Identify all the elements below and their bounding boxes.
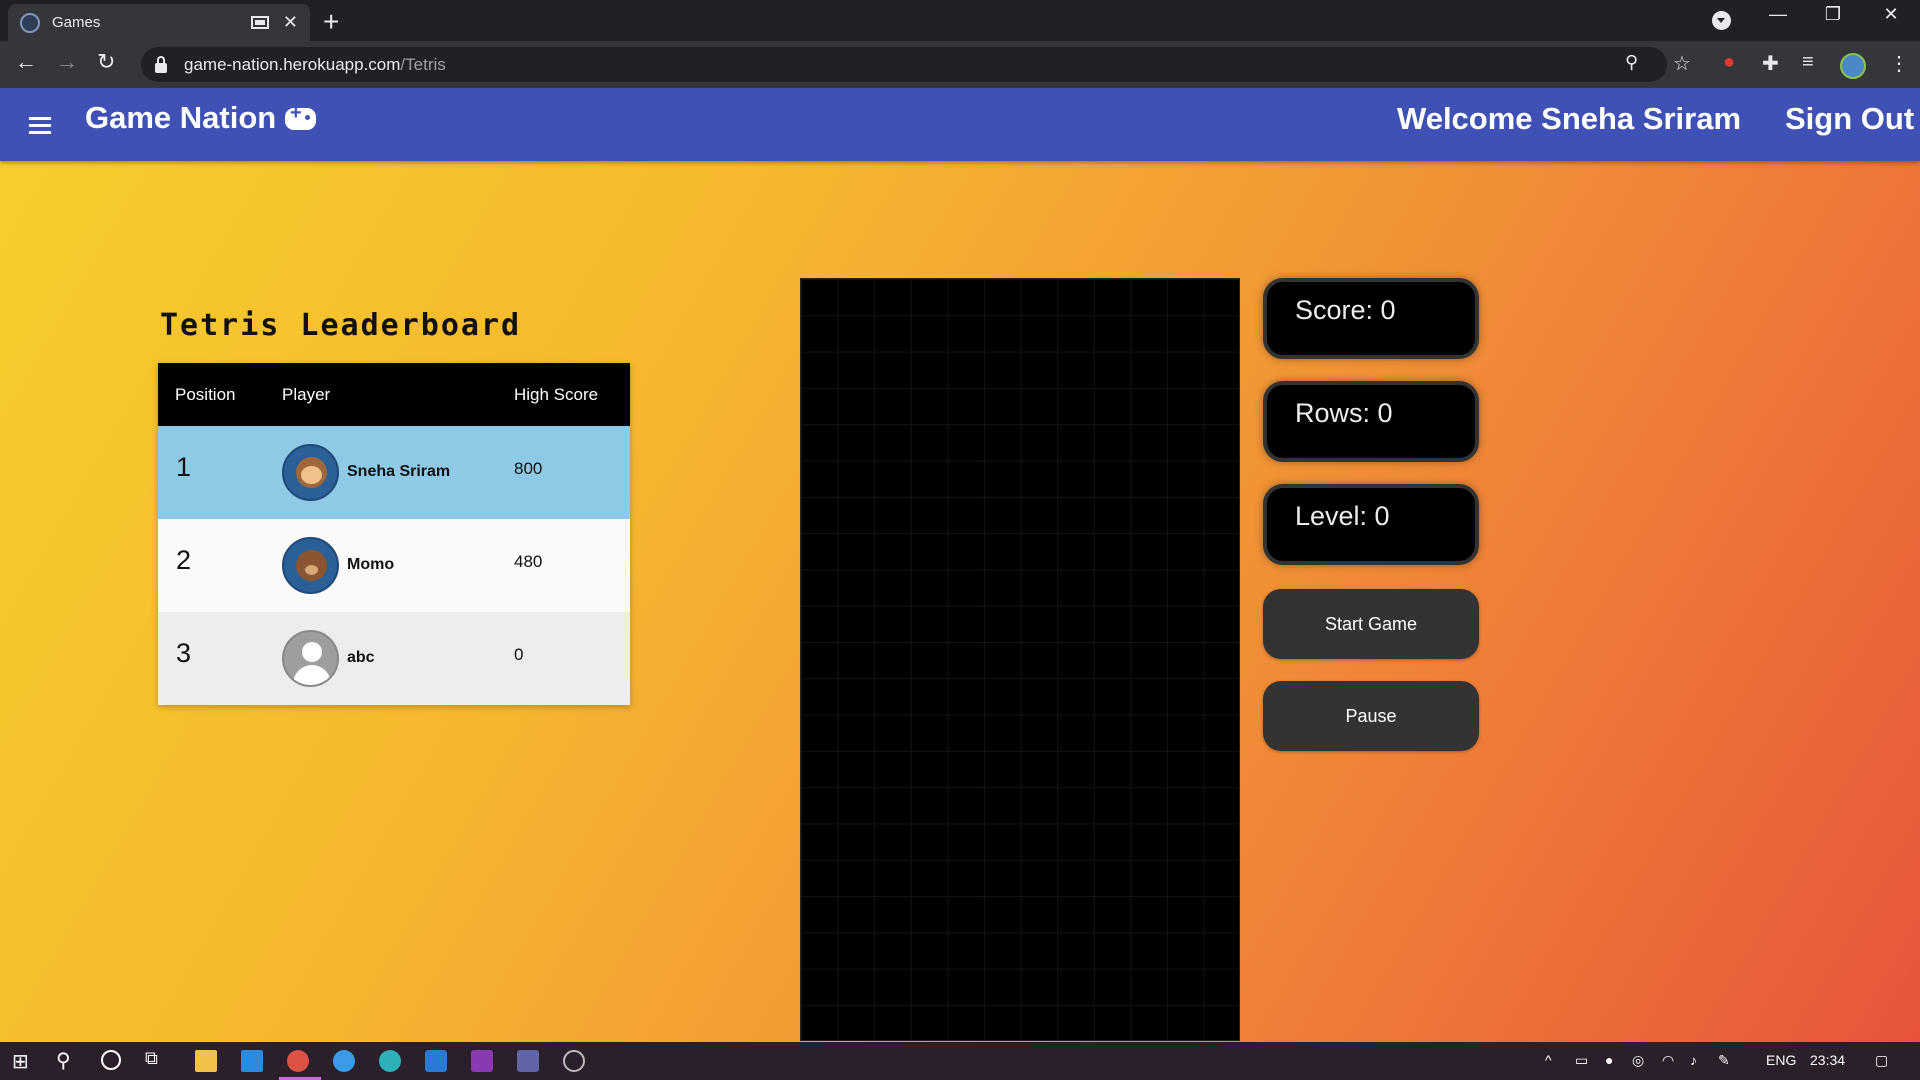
table-row: 3 abc 0 — [158, 612, 630, 705]
row-score: 480 — [514, 552, 543, 571]
browser-tabstrip: Games ✕ + — ❐ ✕ — [0, 0, 1920, 41]
vscode-icon[interactable] — [425, 1050, 447, 1072]
row-score: 800 — [514, 459, 543, 478]
forward-icon[interactable]: → — [56, 49, 78, 75]
microphone-icon[interactable]: ● — [1605, 1052, 1613, 1068]
back-icon[interactable]: ← — [15, 49, 37, 75]
row-position: 1 — [176, 452, 192, 482]
search-icon[interactable]: ⚲ — [56, 1048, 71, 1073]
onenote-icon[interactable] — [471, 1050, 493, 1072]
tray-chevron-icon[interactable]: ^ — [1545, 1052, 1552, 1068]
header-position: Position — [175, 385, 236, 404]
header-high-score: High Score — [514, 385, 599, 404]
row-score: 0 — [514, 645, 524, 664]
media-icon[interactable] — [250, 16, 269, 29]
level-display: Level: 0 — [1263, 484, 1479, 565]
reload-icon[interactable]: ↻ — [97, 49, 115, 75]
bookmark-star-icon[interactable]: ☆ — [1673, 51, 1691, 76]
brand-title[interactable]: Game Nation — [85, 100, 276, 136]
row-position: 2 — [176, 545, 192, 575]
hamburger-menu-icon[interactable] — [29, 117, 51, 138]
wifi-icon[interactable]: ◠ — [1662, 1052, 1674, 1069]
row-player-name: Sneha Sriram — [347, 463, 451, 480]
gamepad-icon — [285, 102, 316, 130]
task-view-icon[interactable]: ⧉ — [145, 1048, 158, 1069]
tetris-board[interactable] — [800, 278, 1240, 1041]
more-menu-icon[interactable]: ⋮ — [1889, 51, 1909, 76]
chrome-icon[interactable] — [287, 1050, 309, 1072]
clock[interactable]: 23:34 — [1810, 1052, 1845, 1068]
leaderboard-title: Tetris Leaderboard — [160, 308, 522, 343]
tab-title: Games — [52, 14, 101, 31]
extensions-puzzle-icon[interactable]: ✚ — [1762, 51, 1779, 76]
sync-icon[interactable]: ◎ — [1632, 1052, 1644, 1069]
row-player-name: Momo — [347, 556, 395, 573]
score-display: Score: 0 — [1263, 278, 1479, 359]
edge-icon[interactable] — [379, 1050, 401, 1072]
url-path: /Tetris — [400, 54, 446, 74]
header-player: Player — [282, 385, 331, 404]
language-indicator[interactable]: ENG — [1766, 1052, 1796, 1068]
row-position: 3 — [176, 638, 192, 668]
row-player-name: abc — [347, 649, 375, 666]
bear-avatar-icon — [282, 537, 339, 594]
lock-icon[interactable] — [155, 55, 167, 73]
browser-toolbar: ← → ↻ game-nation.herokuapp.com/Tetris ⚲… — [0, 41, 1920, 88]
taskbar: ⊞ ⚲ ⧉ ^ ▭ ● ◎ ◠ ♪ ✎ ENG 23:34 ▢ — [0, 1042, 1920, 1080]
file-explorer-icon[interactable] — [195, 1050, 217, 1072]
media-control-icon[interactable] — [1712, 11, 1731, 30]
table-row: 1 Sneha Sriram 800 — [158, 426, 630, 519]
page: Game Nation Welcome Sneha Sriram Sign Ou… — [0, 88, 1920, 1042]
default-user-avatar-icon — [282, 630, 339, 687]
browser-tab[interactable]: Games ✕ — [8, 4, 310, 41]
meet-icon[interactable]: ▭ — [1575, 1052, 1588, 1069]
browser-app-icon[interactable] — [333, 1050, 355, 1072]
monkey-avatar-icon — [282, 444, 339, 501]
window-close-icon[interactable]: ✕ — [1868, 4, 1914, 25]
app-bar: Game Nation Welcome Sneha Sriram Sign Ou… — [0, 88, 1920, 161]
media-queue-icon[interactable]: ≡ — [1802, 51, 1814, 74]
windows-start-icon[interactable]: ⊞ — [12, 1049, 29, 1074]
pen-icon[interactable]: ✎ — [1718, 1052, 1730, 1069]
url-host: game-nation.herokuapp.com — [184, 54, 401, 74]
new-tab-icon[interactable]: + — [323, 6, 339, 38]
restore-icon[interactable]: ❐ — [1810, 4, 1856, 25]
app-icon[interactable] — [563, 1050, 585, 1072]
table-header: Position Player High Score — [158, 363, 630, 426]
pause-button[interactable]: Pause — [1263, 681, 1479, 751]
cortana-icon[interactable] — [101, 1050, 121, 1070]
start-game-button[interactable]: Start Game — [1263, 589, 1479, 659]
mail-icon[interactable] — [241, 1050, 263, 1072]
zoom-icon[interactable]: ⚲ — [1625, 52, 1638, 73]
leaderboard-table: Position Player High Score 1 Sneha Srira… — [158, 363, 630, 705]
address-bar[interactable]: game-nation.herokuapp.com/Tetris ⚲ — [141, 47, 1667, 82]
profile-avatar[interactable] — [1840, 53, 1866, 79]
welcome-text: Welcome Sneha Sriram — [1397, 101, 1742, 136]
volume-icon[interactable]: ♪ — [1690, 1052, 1697, 1068]
rows-display: Rows: 0 — [1263, 381, 1479, 462]
sign-out-button[interactable]: Sign Out — [1785, 101, 1914, 137]
minimize-icon[interactable]: — — [1755, 4, 1801, 25]
close-tab-icon[interactable]: ✕ — [283, 12, 298, 33]
teams-icon[interactable] — [517, 1050, 539, 1072]
notifications-icon[interactable]: ▢ — [1875, 1052, 1888, 1069]
table-row: 2 Momo 480 — [158, 519, 630, 612]
extension-icon[interactable]: ● — [1723, 51, 1735, 74]
favicon-icon — [20, 12, 40, 33]
